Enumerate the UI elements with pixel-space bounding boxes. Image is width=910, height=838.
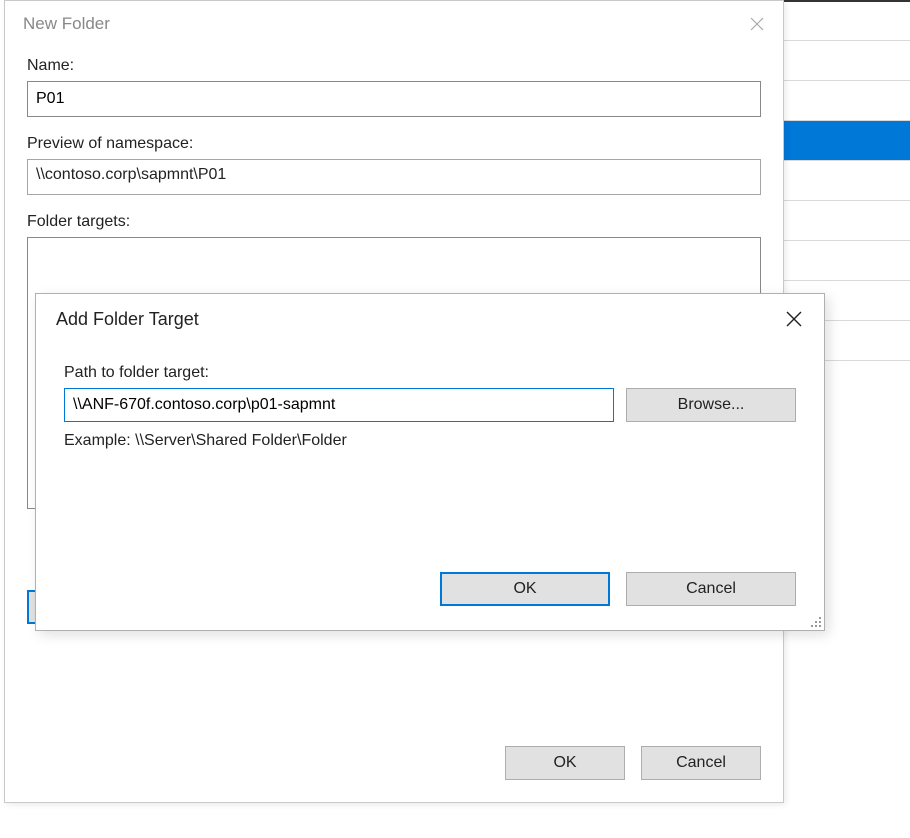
new-folder-titlebar[interactable]: New Folder <box>5 1 783 47</box>
close-icon[interactable] <box>745 12 769 36</box>
browse-button[interactable]: Browse... <box>626 388 796 422</box>
name-input[interactable] <box>27 81 761 117</box>
new-folder-cancel-button[interactable]: Cancel <box>641 746 761 780</box>
add-folder-target-dialog: Add Folder Target Path to folder target:… <box>35 293 825 631</box>
new-folder-ok-button[interactable]: OK <box>505 746 625 780</box>
add-target-title: Add Folder Target <box>56 309 199 330</box>
preview-value: \\contoso.corp\sapmnt\P01 <box>27 159 761 195</box>
path-input[interactable] <box>64 388 614 422</box>
add-target-titlebar[interactable]: Add Folder Target <box>36 294 824 344</box>
new-folder-title: New Folder <box>23 14 110 34</box>
resize-grip-icon[interactable] <box>805 611 821 627</box>
targets-label: Folder targets: <box>27 213 761 231</box>
name-label: Name: <box>27 57 761 75</box>
add-target-ok-button[interactable]: OK <box>440 572 610 606</box>
example-text: Example: \\Server\Shared Folder\Folder <box>64 432 796 450</box>
close-icon[interactable] <box>780 305 808 333</box>
preview-label: Preview of namespace: <box>27 135 761 153</box>
path-label: Path to folder target: <box>64 364 796 382</box>
add-target-cancel-button[interactable]: Cancel <box>626 572 796 606</box>
